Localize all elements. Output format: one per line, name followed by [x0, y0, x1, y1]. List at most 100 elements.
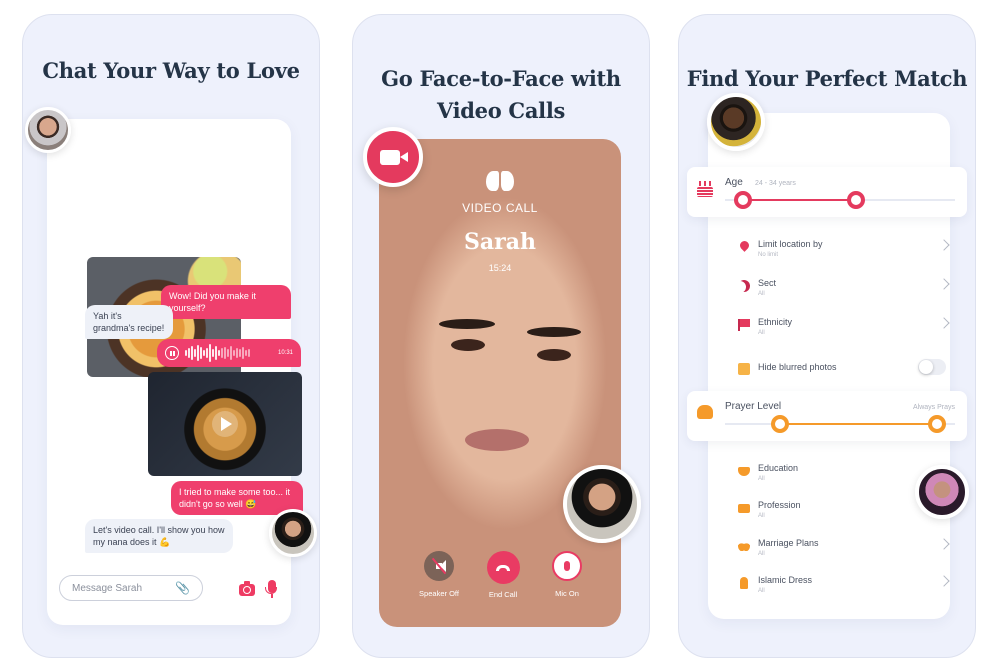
message-outgoing: Wow! Did you make it yourself? — [161, 285, 291, 319]
flag-icon — [738, 319, 750, 331]
caller-name: Sarah — [464, 229, 536, 255]
microphone-icon[interactable] — [265, 580, 277, 598]
waveform-bar — [236, 348, 238, 358]
waveform-bar — [212, 349, 214, 357]
filter-marriage-plans[interactable]: Marriage Plans All — [738, 538, 950, 570]
toggle-label: Hide blurred photos — [758, 362, 837, 372]
filter-value: All — [758, 551, 765, 557]
chevron-right-icon — [938, 239, 950, 251]
chevron-right-icon — [938, 538, 950, 550]
panel-title-line-1: Go Face-to-Face with — [381, 66, 621, 91]
waveform-bar — [239, 349, 241, 357]
slider-max-handle[interactable] — [847, 191, 866, 209]
slider-min-handle[interactable] — [734, 191, 753, 209]
location-pin-icon — [738, 239, 751, 252]
photo-icon — [738, 363, 750, 375]
panel-title: Chat Your Way to Love — [42, 58, 300, 83]
end-call-button[interactable] — [486, 551, 520, 584]
video-call-badge — [363, 127, 423, 187]
chevron-right-icon — [938, 278, 950, 290]
filter-islamic-dress[interactable]: Islamic Dress All — [738, 575, 950, 607]
video-feed-detail — [451, 339, 485, 351]
filter-sect[interactable]: Sect All — [738, 278, 950, 310]
filter-title: Ethnicity — [758, 317, 793, 327]
control-label: End Call — [488, 590, 518, 599]
message-input[interactable]: Message Sarah 📎 — [59, 575, 203, 601]
call-type-label: VIDEO CALL — [462, 201, 538, 215]
attachment-icon[interactable]: 📎 — [175, 581, 190, 595]
call-duration: 15:24 — [488, 263, 512, 273]
waveform-bar — [227, 349, 229, 357]
avatar-user — [269, 509, 317, 557]
waveform-bar — [233, 350, 235, 356]
waveform-bar — [218, 350, 220, 356]
waveform-bar — [245, 350, 247, 356]
slider-max-handle[interactable] — [927, 415, 946, 433]
filter-value: No limit — [758, 252, 779, 258]
slider-fill — [743, 199, 857, 201]
filter-title: Profession — [758, 500, 801, 510]
waveform-bar — [215, 346, 217, 360]
pause-icon[interactable] — [165, 346, 179, 360]
chevron-right-icon — [938, 575, 950, 587]
message-incoming: Yah it's grandma's recipe! — [85, 305, 173, 339]
panel-title-line-2: Video Calls — [436, 98, 566, 123]
chat-screen: Wow! Did you make it yourself? Yah it's … — [47, 119, 303, 625]
praying-hands-icon — [697, 405, 713, 419]
waveform-bar — [197, 345, 199, 361]
waveform-bar — [203, 350, 205, 356]
speaker-control[interactable]: Speaker Off — [409, 551, 469, 598]
waveform-bar — [209, 344, 211, 362]
prayer-level-slider[interactable]: Prayer Level Always Prays — [687, 391, 967, 441]
video-feed-detail — [465, 429, 529, 451]
filter-title: Education — [758, 463, 799, 473]
waveform-bar — [230, 346, 232, 360]
filter-value: All — [758, 588, 765, 594]
self-view-thumbnail[interactable] — [563, 465, 641, 543]
filter-profession[interactable]: Profession All — [738, 500, 948, 532]
filter-value: All — [758, 513, 765, 519]
butterfly-logo-icon — [486, 171, 514, 193]
voice-message[interactable]: 10:31 — [157, 339, 301, 367]
dress-icon — [740, 577, 748, 589]
avatar-match-profile — [707, 93, 765, 151]
filter-title: Limit location by — [758, 239, 823, 249]
video-feed-detail — [527, 327, 581, 337]
end-call-control[interactable]: End Call — [473, 551, 533, 599]
video-feed-detail — [439, 319, 495, 329]
filter-value: All — [758, 291, 765, 297]
video-call-screen: VIDEO CALL Sarah 15:24 Speaker Off End C… — [379, 139, 621, 627]
camera-icon[interactable] — [239, 581, 255, 596]
waveform-bar — [194, 349, 196, 357]
play-icon[interactable] — [212, 411, 238, 437]
avatar-match-profile — [915, 465, 969, 519]
graduation-cap-icon — [738, 467, 750, 476]
video-camera-icon — [380, 149, 408, 165]
slider-min-handle[interactable] — [771, 415, 790, 433]
waveform-bar — [221, 348, 223, 358]
phone-hangup-icon — [496, 564, 510, 571]
slider-track[interactable] — [725, 415, 955, 433]
slider-track[interactable] — [725, 191, 955, 209]
shared-video-thumbnail[interactable] — [148, 372, 302, 476]
video-feed-detail — [537, 349, 571, 361]
microphone-icon — [564, 561, 570, 571]
hide-blurred-photos-toggle[interactable] — [918, 359, 946, 375]
mic-control[interactable]: Mic On — [537, 551, 597, 598]
waveform-bar — [224, 347, 226, 359]
control-label: Speaker Off — [419, 589, 459, 598]
filter-title: Islamic Dress — [758, 575, 813, 585]
hide-blurred-photos-row: Hide blurred photos — [738, 359, 948, 393]
filter-location[interactable]: Limit location by No limit — [738, 239, 950, 271]
slider-label: Prayer Level — [725, 401, 782, 412]
audio-waveform — [185, 343, 272, 363]
birthday-cake-icon — [697, 181, 713, 197]
panel-title: Find Your Perfect Match — [686, 66, 968, 91]
message-placeholder: Message Sarah — [72, 582, 143, 594]
speaker-off-button[interactable] — [424, 551, 454, 581]
filter-value: All — [758, 330, 765, 336]
waveform-bar — [206, 348, 208, 358]
filter-ethnicity[interactable]: Ethnicity All — [738, 317, 950, 349]
mic-on-button[interactable] — [552, 551, 582, 581]
age-range-slider[interactable]: Age 24 - 34 years — [687, 167, 967, 217]
